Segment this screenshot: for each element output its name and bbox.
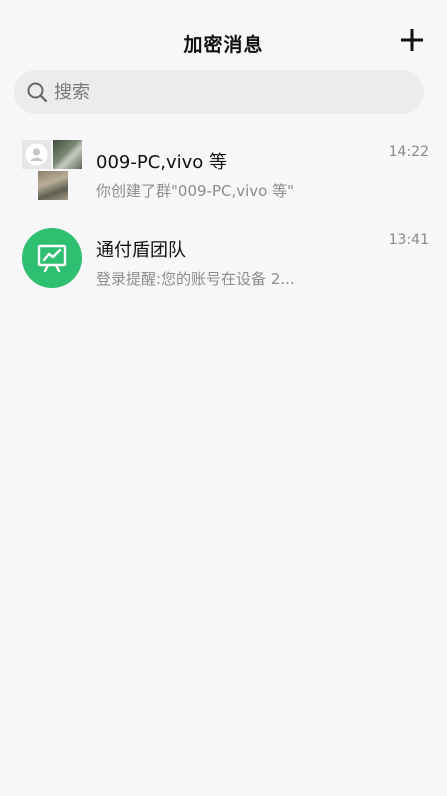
search-input[interactable] [54,77,354,107]
search-bar[interactable] [14,70,424,114]
add-button[interactable] [398,26,426,54]
chat-list: 009-PC,vivo 等 14:22 你创建了群"009-PC,vivo 等"… [0,126,447,302]
chat-preview: 登录提醒:您的账号在设备 2... [96,270,295,288]
chat-preview: 你创建了群"009-PC,vivo 等" [96,182,294,200]
chat-item-team[interactable]: 通付盾团队 13:41 登录提醒:您的账号在设备 2... [0,214,447,302]
search-icon [26,81,48,103]
group-photo-collage [22,140,82,200]
encrypted-messages-screen: 加密消息 搜索 009-PC,vivo 等 14:22 你创建了群"009-PC… [0,0,447,796]
chat-item-group[interactable]: 009-PC,vivo 等 14:22 你创建了群"009-PC,vivo 等" [0,126,447,214]
header: 加密消息 [0,0,447,66]
chart-presentation-icon [37,244,67,273]
member-photo [53,140,82,169]
user-icon [25,143,48,166]
default-user-avatar [22,140,51,169]
chat-name: 通付盾团队 [96,240,186,261]
group-avatar[interactable] [22,140,82,200]
chat-name: 009-PC,vivo 等 [96,152,228,173]
team-avatar[interactable] [22,228,82,288]
plus-icon [401,29,423,51]
member-photo [38,171,68,200]
chat-time: 14:22 [388,144,429,160]
chat-time: 13:41 [388,232,429,248]
page-title: 加密消息 [183,34,264,56]
